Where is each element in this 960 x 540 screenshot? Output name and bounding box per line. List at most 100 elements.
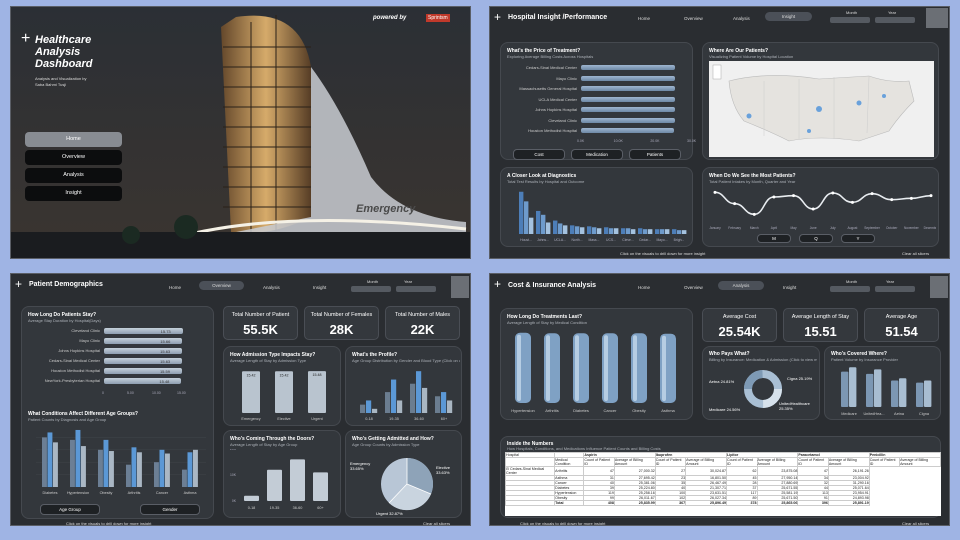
bar[interactable]	[524, 201, 529, 234]
age-group-button[interactable]: Age Group	[40, 504, 100, 515]
bar[interactable]	[391, 379, 397, 413]
nav-analysis[interactable]: Analysis	[255, 283, 288, 292]
price-card[interactable]: What's the Price of Treatment? Exploring…	[500, 42, 696, 160]
patients-button[interactable]: Patients	[629, 149, 681, 160]
year-slicer[interactable]	[875, 286, 915, 292]
bar[interactable]	[841, 371, 849, 407]
matrix-table[interactable]: Hospital Aspirin Ibuprofen Lipitor Paracetam…	[505, 452, 941, 516]
year-slicer[interactable]	[875, 17, 915, 23]
trend-point[interactable]	[713, 190, 717, 194]
bar[interactable]	[397, 400, 403, 413]
month-slicer[interactable]	[830, 17, 870, 23]
bar[interactable]	[891, 380, 899, 407]
admitted-pie[interactable]	[379, 456, 435, 512]
nav-overview[interactable]: Overview	[25, 150, 122, 165]
trend-line[interactable]	[714, 191, 932, 216]
nav-analysis[interactable]: Analysis	[25, 168, 122, 183]
bar[interactable]	[242, 371, 260, 413]
admission-chart[interactable]: 15.42 Emergency 15.42 Elective 15.48 Urgent	[228, 365, 338, 425]
bar[interactable]	[575, 226, 580, 234]
bar[interactable]	[849, 367, 857, 407]
bar[interactable]	[366, 400, 372, 413]
bar[interactable]	[682, 230, 687, 234]
doors-chart[interactable]: 0K 10K 20K 0-18 19-35 36-60 60+	[228, 449, 338, 515]
bar[interactable]	[244, 495, 259, 501]
bar[interactable]	[643, 229, 648, 234]
bar[interactable]	[672, 229, 677, 234]
month-button[interactable]: M	[757, 234, 791, 243]
trend-card[interactable]: When Do We See the Most Patients? Total …	[702, 167, 939, 247]
trend-point[interactable]	[850, 200, 854, 204]
bar[interactable]	[422, 387, 428, 413]
profile-card[interactable]: What's the Profile? Age Group Distributi…	[345, 346, 462, 426]
bar[interactable]	[581, 75, 675, 81]
bar[interactable]	[916, 382, 924, 407]
bar[interactable]	[104, 368, 182, 374]
trend-point[interactable]	[890, 198, 894, 202]
bar[interactable]	[131, 447, 137, 487]
bar[interactable]	[677, 230, 682, 234]
bar[interactable]	[53, 442, 58, 487]
admission-card[interactable]: How Admission Type Impacts Stay? Average…	[223, 346, 341, 426]
bar[interactable]	[416, 371, 422, 413]
nav-insight[interactable]: Insight	[305, 283, 334, 292]
nav-home[interactable]: Home	[630, 14, 658, 23]
map-card[interactable]: Where Are Our Patients? Visualizing Pati…	[702, 42, 939, 160]
nav-insight[interactable]: Insight	[25, 186, 122, 201]
bar[interactable]	[655, 229, 660, 234]
nav-home[interactable]: Home	[630, 283, 658, 292]
admitted-card[interactable]: Who's Getting Admitted and How? Age Grou…	[345, 430, 462, 518]
clear-slicers[interactable]: Clear all slicers	[423, 521, 450, 525]
treatment-card[interactable]: How Long Do Treatments Last? Average Len…	[500, 308, 693, 420]
treatment-chart[interactable]: Hypertension Arthritis Diabetes Cancer Obesi…	[507, 331, 689, 419]
trend-point[interactable]	[752, 212, 756, 216]
bar[interactable]	[308, 371, 326, 413]
nav-home[interactable]: Home	[25, 132, 122, 147]
bar[interactable]	[187, 452, 193, 487]
bar[interactable]	[581, 86, 675, 91]
profile-chart[interactable]: 0-18 19-35 36-60 60+	[350, 365, 460, 425]
bar[interactable]	[385, 392, 391, 413]
bar[interactable]	[447, 400, 453, 413]
bar[interactable]	[621, 228, 626, 234]
bar[interactable]	[103, 439, 109, 487]
bar[interactable]	[581, 96, 675, 102]
bar[interactable]	[519, 191, 524, 234]
bar[interactable]	[604, 227, 609, 234]
clear-slicers[interactable]: Clear all slicers	[902, 251, 929, 256]
bar[interactable]	[104, 378, 182, 384]
quarter-button[interactable]: Q	[799, 234, 833, 243]
bar[interactable]	[597, 228, 602, 234]
bar[interactable]	[441, 392, 447, 413]
bar[interactable]	[638, 228, 643, 234]
bar[interactable]	[546, 222, 551, 234]
bar[interactable]	[899, 378, 907, 407]
bar[interactable]	[924, 380, 932, 407]
cost-button[interactable]: Cost	[513, 149, 565, 160]
bar[interactable]	[581, 65, 676, 70]
trend-point[interactable]	[772, 195, 776, 199]
bar[interactable]	[137, 452, 142, 487]
bar[interactable]	[558, 223, 563, 234]
clear-slicers[interactable]: Clear all slicers	[902, 521, 929, 525]
nav-home[interactable]: Home	[161, 283, 189, 292]
month-slicer[interactable]	[351, 286, 391, 292]
bar[interactable]	[290, 459, 305, 501]
conditions-chart[interactable]: Diabetes Hypertension Obesity Arthritis Canc…	[28, 425, 208, 501]
us-map[interactable]	[709, 61, 934, 157]
nav-analysis[interactable]: Analysis	[718, 281, 764, 290]
diagnostics-card[interactable]: A Closer Look at Diagnostics Total Test …	[500, 167, 693, 247]
bar[interactable]	[626, 228, 631, 234]
bar[interactable]	[592, 227, 597, 234]
year-slicer[interactable]	[396, 286, 436, 292]
bar[interactable]	[570, 225, 575, 234]
bar[interactable]	[98, 449, 103, 487]
bar[interactable]	[47, 432, 53, 487]
nav-insight[interactable]: Insight	[775, 283, 804, 292]
table-row[interactable]: Hypertension 119 25,258.16 100 23,631.51 117 2…	[505, 490, 941, 496]
bar[interactable]	[126, 464, 131, 487]
bar[interactable]	[70, 439, 75, 487]
bar[interactable]	[541, 214, 546, 234]
bar[interactable]	[372, 408, 378, 413]
trend-point[interactable]	[909, 196, 913, 200]
